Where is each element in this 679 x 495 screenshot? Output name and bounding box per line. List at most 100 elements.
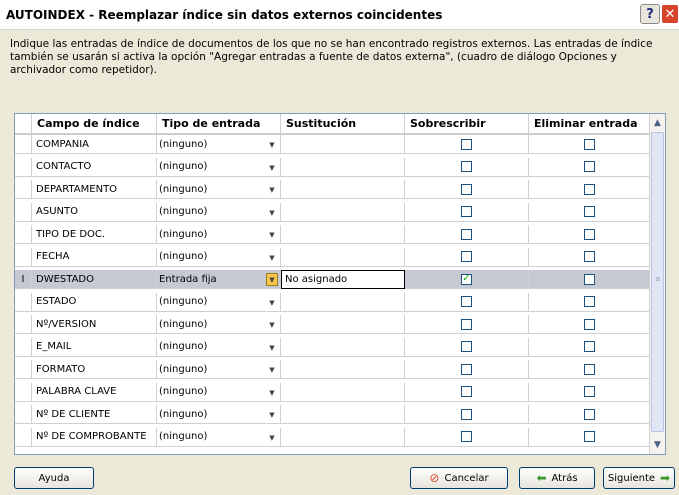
tipo-dropdown[interactable]: (ninguno) ▼ (157, 315, 281, 334)
table-row[interactable]: DEPARTAMENTO (ninguno) ▼ (15, 180, 651, 199)
row-indicator[interactable] (15, 135, 32, 154)
eliminar-checkbox[interactable] (584, 386, 595, 397)
sobrescribir-checkbox[interactable] (461, 183, 472, 195)
eliminar-checkbox[interactable] (584, 296, 595, 307)
table-row[interactable]: FECHA (ninguno) ▼ (15, 247, 651, 267)
eliminar-checkbox[interactable] (584, 363, 595, 375)
table-row[interactable]: Nº DE COMPROBANTE (ninguno) ▼ (15, 427, 651, 447)
header-campo[interactable]: Campo de índice (32, 114, 157, 134)
sustitucion-input[interactable] (281, 382, 405, 402)
sobrescribir-checkbox[interactable] (461, 251, 472, 262)
chevron-down-icon[interactable]: ▼ (267, 365, 277, 375)
sustitucion-input[interactable] (281, 360, 405, 379)
tipo-dropdown[interactable]: (ninguno) ▼ (157, 427, 281, 447)
row-indicator[interactable]: I (15, 270, 32, 289)
scroll-up-icon[interactable]: ▲ (650, 115, 665, 131)
sustitucion-input[interactable] (281, 157, 405, 177)
next-button[interactable]: Siguiente ➡ (603, 467, 675, 489)
sustitucion-input[interactable]: No asignado (281, 270, 405, 289)
tipo-dropdown[interactable]: (ninguno) ▼ (157, 382, 281, 402)
sustitucion-input[interactable] (281, 315, 405, 334)
eliminar-checkbox[interactable] (584, 318, 595, 330)
tipo-dropdown[interactable]: (ninguno) ▼ (157, 247, 281, 267)
chevron-down-icon[interactable]: ▼ (267, 320, 277, 330)
tipo-dropdown[interactable]: (ninguno) ▼ (157, 157, 281, 177)
table-row[interactable]: PALABRA CLAVE (ninguno) ▼ (15, 382, 651, 402)
eliminar-checkbox[interactable] (584, 273, 595, 285)
table-row[interactable]: TIPO DE DOC. (ninguno) ▼ (15, 225, 651, 244)
row-indicator[interactable] (15, 157, 32, 177)
sobrescribir-checkbox[interactable] (461, 408, 472, 420)
cancel-button[interactable]: ⊘ Cancelar (410, 467, 508, 489)
sustitucion-input[interactable] (281, 427, 405, 447)
chevron-down-icon[interactable]: ▼ (267, 388, 277, 398)
sobrescribir-checkbox[interactable] (461, 296, 472, 307)
table-row[interactable]: ESTADO (ninguno) ▼ (15, 292, 651, 312)
chevron-down-icon[interactable]: ▼ (267, 185, 277, 195)
eliminar-checkbox[interactable] (584, 138, 595, 150)
tipo-dropdown[interactable]: Entrada fija ▼ (157, 270, 281, 289)
sustitucion-input[interactable] (281, 225, 405, 244)
chevron-down-icon[interactable]: ▼ (267, 433, 277, 443)
chevron-down-icon[interactable]: ▼ (267, 140, 277, 150)
scroll-down-icon[interactable]: ▼ (650, 437, 665, 453)
eliminar-checkbox[interactable] (584, 431, 595, 442)
tipo-dropdown[interactable]: (ninguno) ▼ (157, 225, 281, 244)
table-row[interactable]: E_MAIL (ninguno) ▼ (15, 337, 651, 357)
eliminar-checkbox[interactable] (584, 206, 595, 217)
row-indicator[interactable] (15, 202, 32, 222)
row-indicator[interactable] (15, 180, 32, 199)
sustitucion-input[interactable] (281, 180, 405, 199)
sobrescribir-checkbox[interactable]: ✓ (461, 273, 472, 285)
row-indicator[interactable] (15, 405, 32, 424)
row-indicator[interactable] (15, 247, 32, 267)
chevron-down-icon[interactable]: ▼ (267, 410, 277, 420)
table-row[interactable]: FORMATO (ninguno) ▼ (15, 360, 651, 379)
tipo-dropdown[interactable]: (ninguno) ▼ (157, 180, 281, 199)
sobrescribir-checkbox[interactable] (461, 341, 472, 352)
sustitucion-input[interactable] (281, 292, 405, 312)
sobrescribir-checkbox[interactable] (461, 206, 472, 217)
row-indicator[interactable] (15, 225, 32, 244)
tipo-dropdown[interactable]: (ninguno) ▼ (157, 360, 281, 379)
eliminar-checkbox[interactable] (584, 161, 595, 172)
vertical-scrollbar[interactable]: ▲ ≡ ▼ (649, 114, 665, 454)
sobrescribir-checkbox[interactable] (461, 318, 472, 330)
chevron-down-icon[interactable]: ▼ (267, 253, 277, 263)
chevron-down-icon[interactable]: ▼ (266, 273, 278, 286)
row-indicator[interactable] (15, 337, 32, 357)
help-button[interactable]: Ayuda (14, 467, 94, 489)
row-indicator[interactable] (15, 382, 32, 402)
header-eliminar[interactable]: Eliminar entrada (529, 114, 651, 134)
sobrescribir-checkbox[interactable] (461, 138, 472, 150)
header-tipo[interactable]: Tipo de entrada (157, 114, 281, 134)
tipo-dropdown[interactable]: (ninguno) ▼ (157, 202, 281, 222)
sustitucion-input[interactable] (281, 202, 405, 222)
eliminar-checkbox[interactable] (584, 228, 595, 240)
eliminar-checkbox[interactable] (584, 408, 595, 420)
header-sobrescribir[interactable]: Sobrescribir (405, 114, 529, 134)
eliminar-checkbox[interactable] (584, 183, 595, 195)
header-sustitucion[interactable]: Sustitución (281, 114, 405, 134)
tipo-dropdown[interactable]: (ninguno) ▼ (157, 337, 281, 357)
sustitucion-input[interactable] (281, 247, 405, 267)
chevron-down-icon[interactable]: ▼ (267, 163, 277, 173)
sustitucion-input[interactable] (281, 135, 405, 154)
close-button[interactable]: ✕ (661, 4, 679, 24)
chevron-down-icon[interactable]: ▼ (267, 230, 277, 240)
tipo-dropdown[interactable]: (ninguno) ▼ (157, 405, 281, 424)
table-row[interactable]: CONTACTO (ninguno) ▼ (15, 157, 651, 177)
tipo-dropdown[interactable]: (ninguno) ▼ (157, 135, 281, 154)
chevron-down-icon[interactable]: ▼ (267, 208, 277, 218)
table-row[interactable]: COMPANIA (ninguno) ▼ (15, 135, 651, 154)
table-row[interactable]: ASUNTO (ninguno) ▼ (15, 202, 651, 222)
eliminar-checkbox[interactable] (584, 341, 595, 352)
eliminar-checkbox[interactable] (584, 251, 595, 262)
sobrescribir-checkbox[interactable] (461, 363, 472, 375)
sustitucion-input[interactable] (281, 337, 405, 357)
table-row[interactable]: Nº/VERSION (ninguno) ▼ (15, 315, 651, 334)
help-title-button[interactable]: ? (640, 4, 660, 24)
chevron-down-icon[interactable]: ▼ (267, 343, 277, 353)
row-indicator[interactable] (15, 427, 32, 447)
sobrescribir-checkbox[interactable] (461, 431, 472, 442)
